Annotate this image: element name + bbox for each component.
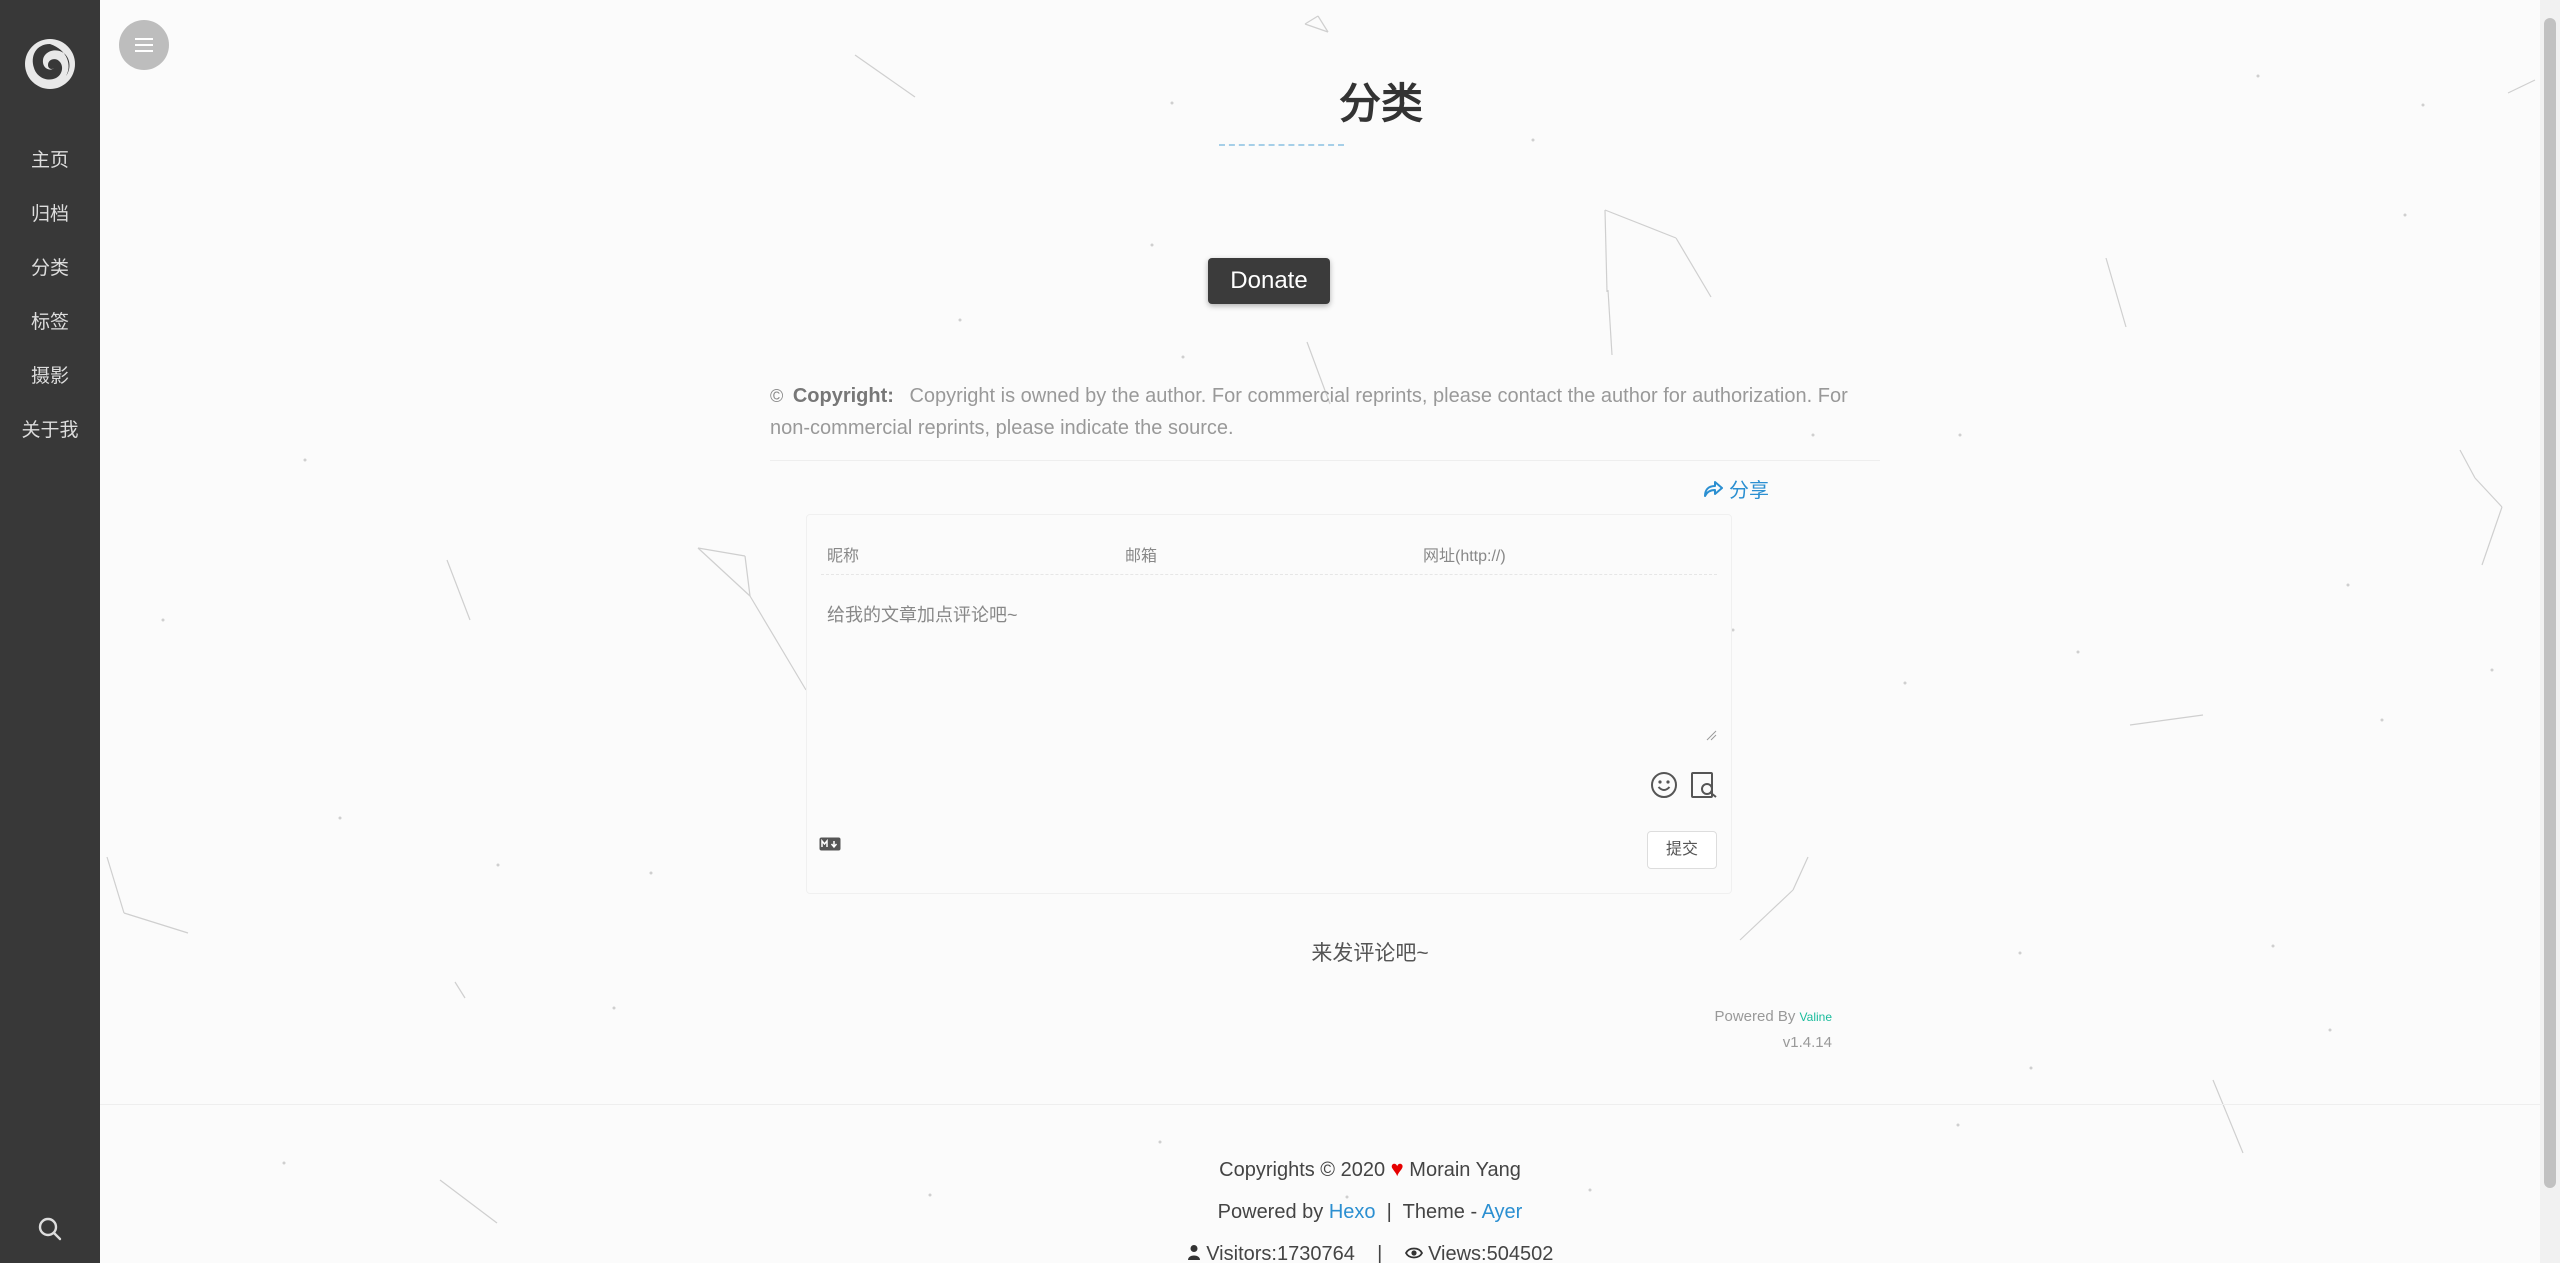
comment-textarea[interactable]: [827, 601, 1717, 741]
footer-powered-by: Powered by: [1217, 1201, 1324, 1223]
scrollbar[interactable]: [2540, 0, 2560, 1263]
footer: Copyrights © 2020 ♥ Morain Yang Powered …: [670, 1148, 2070, 1263]
heart-icon: ♥: [1390, 1156, 1404, 1181]
stats-separator: |: [1377, 1243, 1383, 1263]
footer-copyright: Copyrights © 2020: [1219, 1159, 1386, 1181]
visitors-count: Visitors:1730764: [1206, 1243, 1355, 1263]
powered-by-valine: Powered By Valine v1.4.14: [1600, 1004, 1832, 1056]
comments-empty-text: 来发评论吧~: [1311, 942, 1429, 965]
sidebar-item-tags[interactable]: 标签: [0, 296, 100, 350]
footer-copyright-line: Copyrights © 2020 ♥ Morain Yang: [670, 1148, 2070, 1191]
emoji-icon[interactable]: [1649, 770, 1679, 800]
footer-divider: [100, 1104, 2540, 1105]
scrollbar-thumb[interactable]: [2544, 18, 2556, 1188]
share-button[interactable]: 分享: [1703, 474, 1769, 503]
resize-handle-icon[interactable]: [1705, 729, 1717, 741]
copyright-text: Copyright is owned by the author. For co…: [770, 385, 1848, 439]
eye-icon: [1404, 1243, 1429, 1263]
page-title: 分类: [1338, 80, 1423, 127]
valine-link[interactable]: Valine: [1800, 1010, 1832, 1024]
valine-version: v1.4.14: [1782, 1034, 1832, 1051]
sidebar-item-categories[interactable]: 分类: [0, 242, 100, 296]
copyright-icon: ©: [770, 386, 784, 406]
title-underline: [1219, 144, 1344, 146]
site-logo-icon[interactable]: [24, 38, 76, 90]
copyright-notice: © Copyright: Copyright is owned by the a…: [770, 380, 1880, 461]
footer-stats-line: Visitors:1730764 | Views:504502: [670, 1233, 2070, 1263]
donate-button[interactable]: Donate: [1208, 258, 1330, 304]
sidebar-item-photography[interactable]: 摄影: [0, 350, 100, 404]
markdown-icon[interactable]: [819, 837, 841, 851]
comment-box: 提交: [806, 514, 1732, 894]
sidebar-item-about[interactable]: 关于我: [0, 404, 100, 458]
comment-fields: [821, 539, 1717, 575]
ayer-link[interactable]: Ayer: [1482, 1201, 1523, 1223]
main-content: 分类 Donate © Copyright: Copyright is owne…: [100, 0, 2560, 1263]
user-icon: [1187, 1243, 1207, 1263]
sidebar-item-home[interactable]: 主页: [0, 134, 100, 188]
preview-icon[interactable]: [1689, 770, 1719, 800]
valine-credit: Powered By Valine: [1600, 1004, 1832, 1030]
footer-separator: |: [1386, 1201, 1392, 1223]
sidebar: 主页 归档 分类 标签 摄影 关于我: [0, 0, 100, 1263]
sidebar-item-archives[interactable]: 归档: [0, 188, 100, 242]
website-input[interactable]: [1417, 539, 1715, 574]
powered-by-label: Powered By: [1714, 1008, 1796, 1025]
footer-powered-line: Powered by Hexo | Theme - Ayer: [670, 1191, 2070, 1233]
share-icon: [1704, 480, 1723, 497]
menu-toggle-button[interactable]: [119, 20, 169, 70]
footer-theme: Theme -: [1402, 1201, 1478, 1223]
footer-author: Morain Yang: [1409, 1159, 1521, 1181]
hamburger-icon: [135, 38, 153, 52]
nickname-input[interactable]: [821, 539, 1119, 574]
email-input[interactable]: [1119, 539, 1417, 574]
hexo-link[interactable]: Hexo: [1329, 1201, 1376, 1223]
copyright-label: Copyright:: [792, 385, 894, 407]
share-label: 分享: [1729, 480, 1769, 502]
search-icon[interactable]: [36, 1215, 64, 1243]
submit-button[interactable]: 提交: [1647, 831, 1717, 869]
views-count: Views:504502: [1428, 1243, 1554, 1263]
sidebar-nav: 主页 归档 分类 标签 摄影 关于我: [0, 134, 100, 458]
